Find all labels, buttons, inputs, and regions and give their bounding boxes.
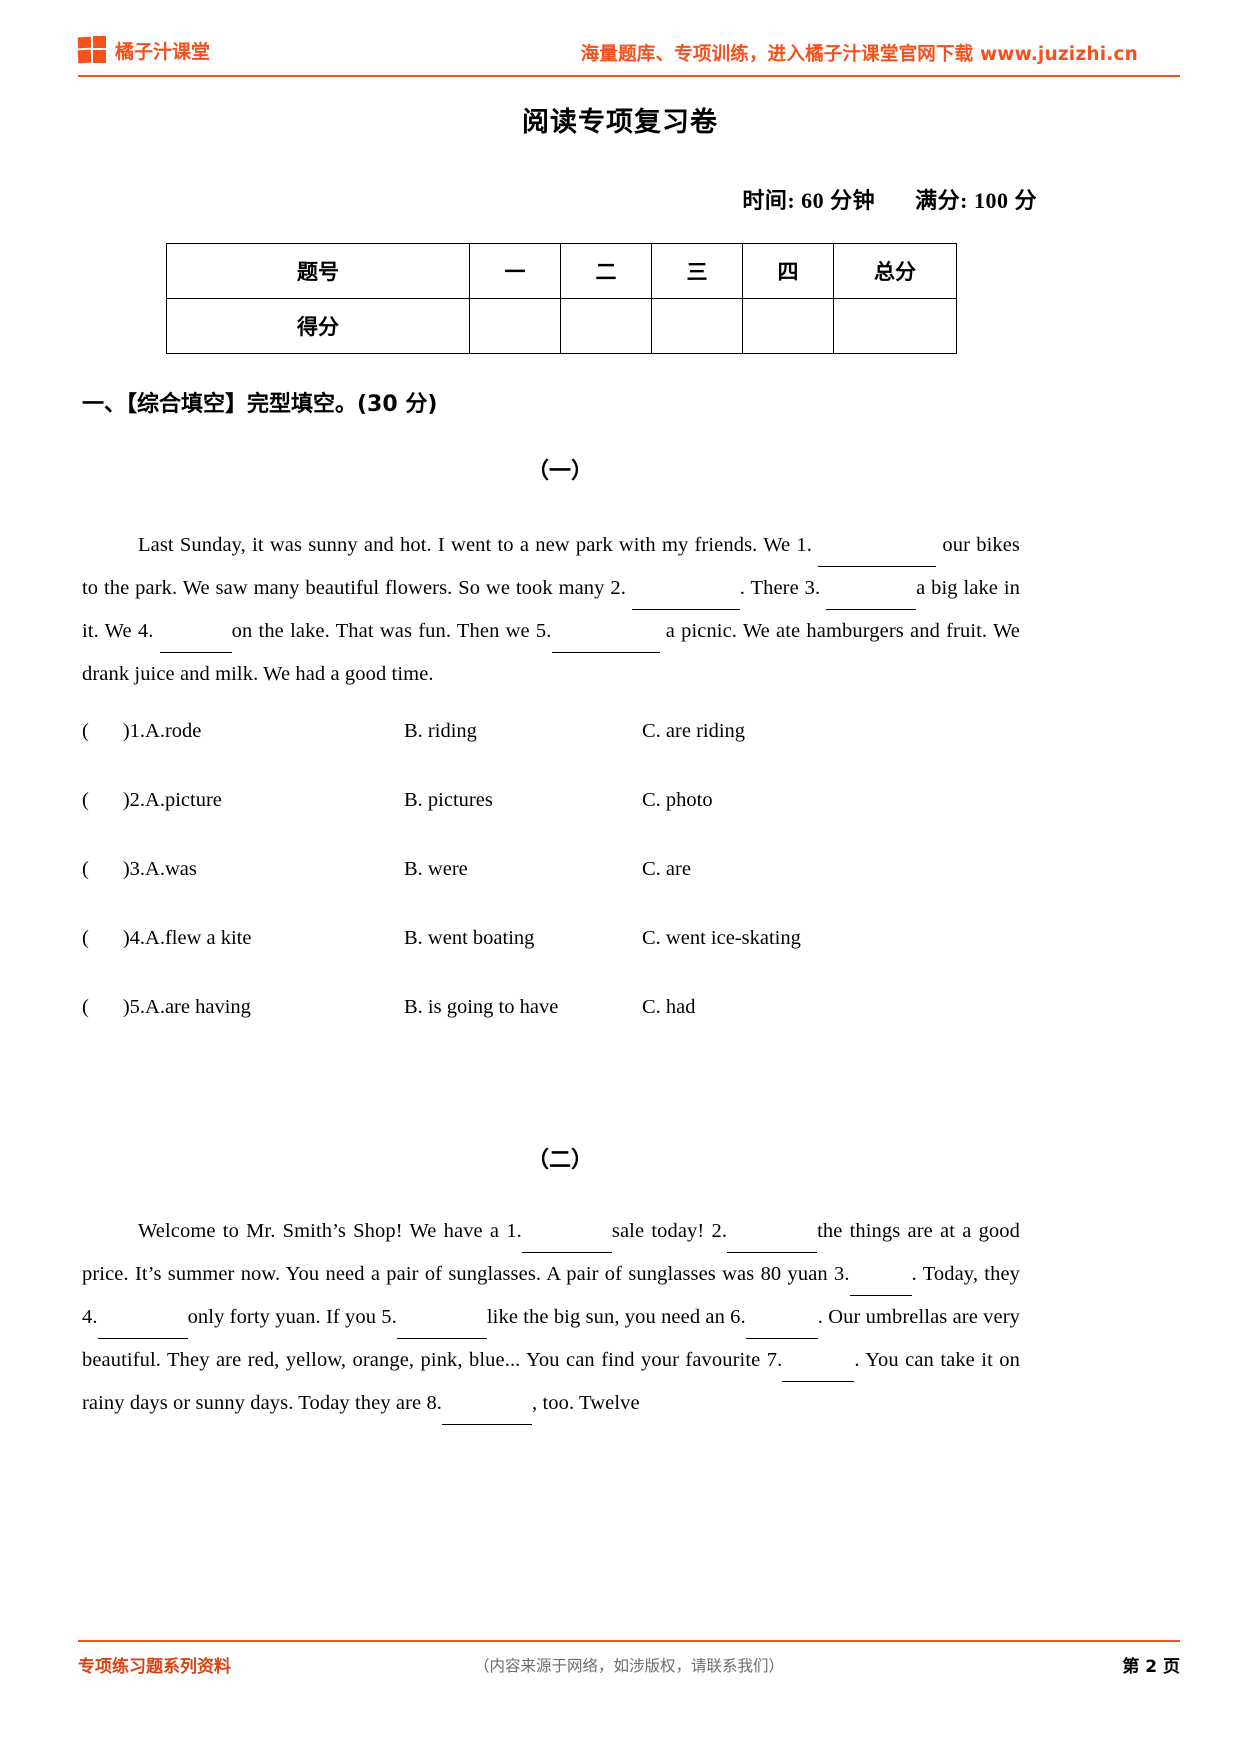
score-cell-total[interactable] (833, 298, 957, 354)
brand-logo: 橘子汁课堂 (77, 36, 211, 64)
question-4-option-a[interactable]: ()4.A.flew a kite (82, 927, 251, 950)
table-row-scores: 得分 (166, 298, 957, 354)
question-options-one: ()1.A.rode B. riding C. are riding ()2.A… (82, 720, 1020, 1065)
footer-page-number: 第 2 页 (1122, 1657, 1180, 1677)
question-5-option-c[interactable]: C. had (642, 996, 696, 1019)
score-cell-2[interactable] (560, 298, 652, 354)
question-3-option-b[interactable]: B. were (404, 858, 468, 881)
question-row-2: ()2.A.picture B. pictures C. photo (82, 789, 1020, 858)
question-row-1: ()1.A.rode B. riding C. are riding (82, 720, 1020, 789)
score-cell-4[interactable] (742, 298, 834, 354)
question-5-option-a[interactable]: ()5.A.are having (82, 996, 251, 1019)
question-2-option-b[interactable]: B. pictures (404, 789, 493, 812)
question-2-option-a[interactable]: ()2.A.picture (82, 789, 222, 812)
question-1-option-c[interactable]: C. are riding (642, 720, 745, 743)
part-one-marker: （一） (526, 459, 593, 484)
score-table-col-2: 二 (560, 243, 652, 299)
score-table-row-label: 题号 (166, 243, 470, 299)
section-one-heading: 一、【综合填空】完型填空。(30 分) (82, 392, 438, 417)
score-table-col-3: 三 (651, 243, 743, 299)
exam-meta: 时间: 60 分钟 满分: 100 分 (0, 183, 1037, 215)
passage-one-blank-3[interactable] (826, 589, 917, 610)
header-promo-text: 海量题库、专项训练，进入橘子汁课堂官网下载 www.juzizhi.cn (580, 44, 1138, 65)
score-table-col-total: 总分 (833, 243, 957, 299)
time-limit-label: 时间: 60 分钟 (742, 188, 876, 213)
passage-two-blank-4[interactable] (97, 1318, 188, 1339)
question-5-option-b[interactable]: B. is going to have (404, 996, 558, 1019)
passage-two-blank-1[interactable] (521, 1232, 612, 1253)
passage-one-blank-1[interactable] (818, 546, 937, 567)
passage-two-blank-6[interactable] (745, 1318, 818, 1339)
question-3-option-c[interactable]: C. are (642, 858, 691, 881)
passage-one-seg-3: . There 3. (739, 577, 821, 599)
passage-one-blank-2[interactable] (631, 589, 740, 610)
passage-two-blank-2[interactable] (727, 1232, 818, 1253)
score-table-col-4: 四 (742, 243, 834, 299)
score-table-col-1: 一 (469, 243, 561, 299)
table-row-question-numbers: 题号 一 二 三 四 总分 (166, 243, 957, 299)
passage-one-blank-4[interactable] (159, 632, 232, 653)
total-score-label: 满分: 100 分 (915, 188, 1037, 213)
passage-two-text: Welcome to Mr. Smith’s Shop! We have a 1… (82, 1210, 1020, 1425)
score-cell-3[interactable] (651, 298, 743, 354)
question-4-option-c[interactable]: C. went ice-skating (642, 927, 801, 950)
passage-one-text: Last Sunday, it was sunny and hot. I wen… (82, 524, 1020, 696)
passage-two-blank-5[interactable] (396, 1318, 487, 1339)
question-3-option-a[interactable]: ()3.A.was (82, 858, 197, 881)
question-1-option-b[interactable]: B. riding (404, 720, 477, 743)
score-table-row-label-score: 得分 (166, 298, 470, 354)
passage-two-seg-1: Welcome to Mr. Smith’s Shop! We have a 1… (138, 1220, 522, 1242)
passage-one-seg-5: on the lake. That was fun. Then we 5. (231, 620, 552, 642)
passage-two-seg-9: , too. Twelve (532, 1392, 640, 1414)
passage-two-seg-6: like the big sun, you need an 6. (486, 1306, 746, 1328)
passage-two-blank-8[interactable] (442, 1404, 533, 1425)
score-cell-1[interactable] (469, 298, 561, 354)
footer-disclaimer: （内容来源于网络，如涉版权，请联系我们） (473, 1657, 784, 1675)
brand-name: 橘子汁课堂 (115, 40, 211, 63)
score-table: 题号 一 二 三 四 总分 得分 (166, 243, 957, 354)
question-2-option-c[interactable]: C. photo (642, 789, 713, 812)
page-footer: 专项练习题系列资料 （内容来源于网络，如涉版权，请联系我们） 第 2 页 (78, 1648, 1180, 1688)
question-row-3: ()3.A.was B. were C. are (82, 858, 1020, 927)
exam-paper-page: 橘子汁课堂 海量题库、专项训练，进入橘子汁课堂官网下载 www.juzizhi.… (0, 0, 1240, 1754)
page-header: 橘子汁课堂 海量题库、专项训练，进入橘子汁课堂官网下载 www.juzizhi.… (77, 34, 1180, 74)
question-row-5: ()5.A.are having B. is going to have C. … (82, 996, 1020, 1065)
question-1-option-a[interactable]: ()1.A.rode (82, 720, 201, 743)
passage-one-blank-5[interactable] (551, 632, 660, 653)
page-title: 阅读专项复习卷 (522, 107, 718, 138)
passage-two-seg-5: only forty yuan. If you 5. (187, 1306, 397, 1328)
header-divider (78, 75, 1180, 77)
passage-two-blank-7[interactable] (782, 1361, 855, 1382)
passage-two-blank-3[interactable] (849, 1275, 912, 1296)
passage-two-seg-2: sale today! 2. (611, 1220, 728, 1242)
four-squares-logo-icon (77, 36, 108, 64)
passage-one-seg-1: Last Sunday, it was sunny and hot. I wen… (138, 534, 812, 556)
question-4-option-b[interactable]: B. went boating (404, 927, 534, 950)
part-two-marker: （二） (526, 1148, 593, 1173)
question-row-4: ()4.A.flew a kite B. went boating C. wen… (82, 927, 1020, 996)
footer-divider (78, 1640, 1180, 1642)
